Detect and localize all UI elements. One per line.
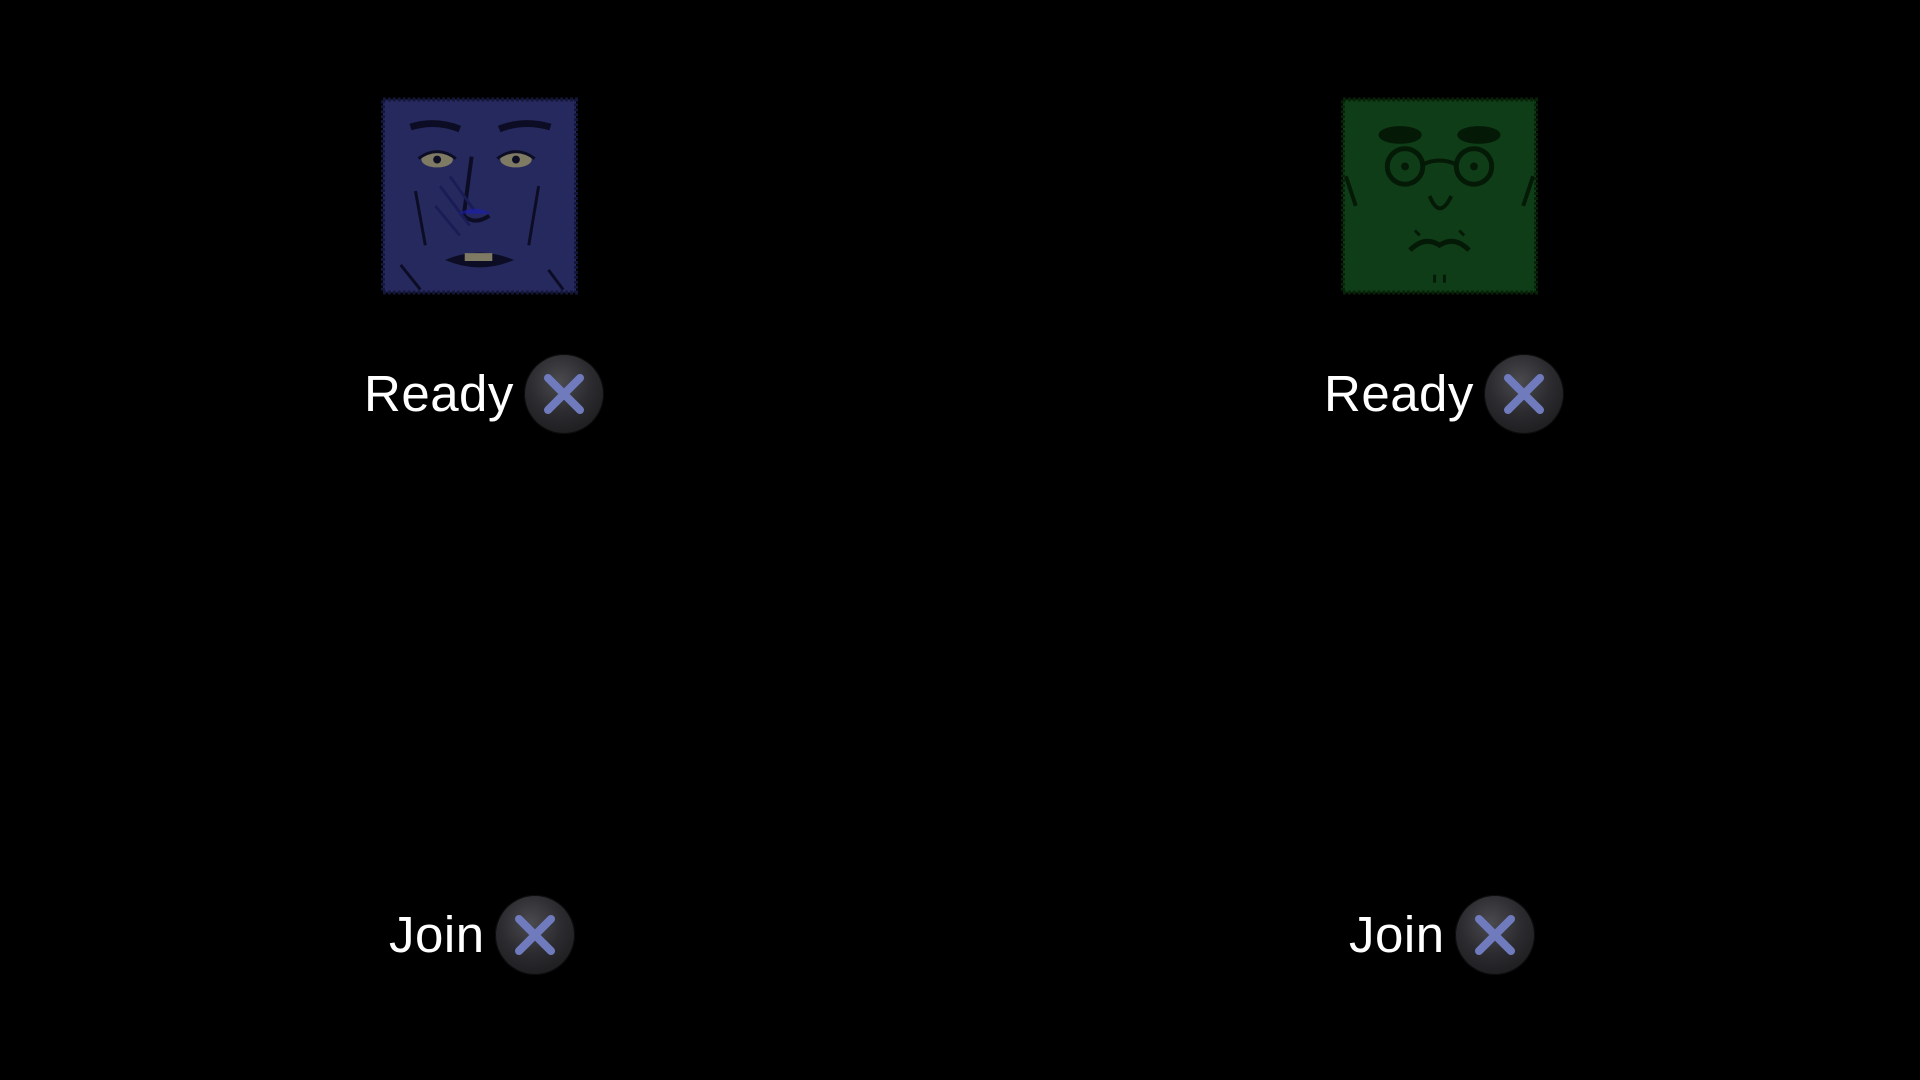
status-label: Join xyxy=(1349,906,1445,963)
lobby-screen: Ready Ready Join Join xyxy=(0,0,1920,1080)
ready-prompt-p2[interactable]: Ready xyxy=(1324,354,1564,434)
player-slot-2: Ready xyxy=(960,0,1920,540)
cross-button-icon[interactable] xyxy=(1483,354,1564,434)
status-label: Ready xyxy=(1324,365,1474,422)
blue-face-portrait-image xyxy=(381,97,578,295)
green-face-portrait xyxy=(1341,97,1538,295)
status-label: Ready xyxy=(364,365,514,422)
player-slot-3: Join xyxy=(0,540,960,1080)
blue-face-portrait xyxy=(381,97,578,295)
ready-prompt-p1[interactable]: Ready xyxy=(364,354,604,434)
player-slot-4: Join xyxy=(960,540,1920,1080)
cross-button-icon[interactable] xyxy=(494,895,575,975)
status-label: Join xyxy=(389,906,485,963)
green-face-portrait-image xyxy=(1341,97,1538,295)
cross-button-icon[interactable] xyxy=(523,354,604,434)
player-slot-1: Ready xyxy=(0,0,960,540)
join-prompt-p4[interactable]: Join xyxy=(1349,895,1535,975)
join-prompt-p3[interactable]: Join xyxy=(389,895,575,975)
cross-button-icon[interactable] xyxy=(1454,895,1535,975)
